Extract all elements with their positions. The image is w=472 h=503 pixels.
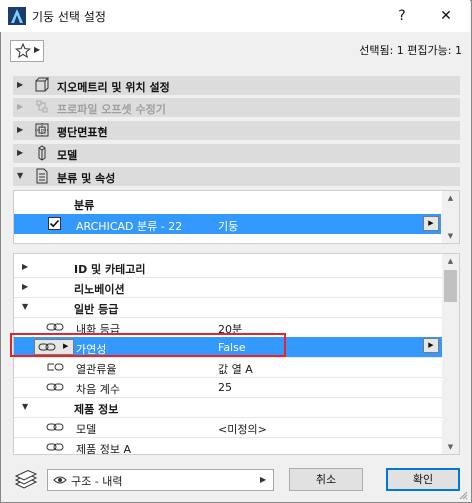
property-group-row[interactable]: ▼ 제품 정보 — [14, 397, 443, 418]
selection-status: 선택됨: 1 편집가능: 1 — [359, 44, 462, 57]
expand-arrow-icon: ▶ — [17, 80, 24, 89]
star-icon — [15, 43, 31, 59]
property-row[interactable]: 열관류율 값 열 A — [14, 357, 443, 378]
link-icon — [46, 383, 64, 391]
classification-row[interactable]: ARCHICAD 분류 - 22 기둥 — [14, 214, 441, 234]
panel-profile-offset: ▶ 프로파일 오프셋 수정기 — [13, 98, 460, 117]
property-name: 제품 정보 A — [76, 443, 131, 455]
collapse-arrow-icon: ▼ — [17, 171, 24, 180]
group-name: 제품 정보 — [74, 403, 119, 416]
property-name: 열관류율 — [76, 363, 117, 376]
panel-geometry[interactable]: ▶ 지오메트리 및 위치 설정 — [13, 76, 460, 95]
classification-scrollbar[interactable]: ▲ ▼ — [442, 191, 459, 243]
classification-value: 기둥 — [218, 220, 239, 233]
expand-arrow-icon: ▶ — [17, 148, 24, 157]
chevron-right-icon: ▶ — [260, 475, 267, 484]
help-button[interactable]: ? — [380, 0, 424, 32]
window-title: 기둥 선택 설정 — [32, 10, 106, 24]
scroll-down-icon[interactable]: ▼ — [442, 440, 459, 454]
expand-arrow-icon: ▶ — [17, 125, 24, 134]
property-group-row[interactable]: ▶ ID 및 카테고리 — [14, 257, 443, 278]
expand-arrow-icon: ▶ — [22, 282, 29, 291]
collapse-arrow-icon: ▼ — [22, 302, 29, 311]
ok-button[interactable]: 확인 — [386, 468, 460, 491]
classification-system: ARCHICAD 분류 - 22 — [76, 220, 183, 233]
favorites-button[interactable]: ▶ — [10, 40, 44, 62]
classification-header: 분류 — [74, 199, 95, 212]
panel-label: 프로파일 오프셋 수정기 — [57, 103, 166, 116]
property-row[interactable]: 제품 정보 A — [14, 437, 443, 455]
group-name: 일반 등급 — [74, 303, 119, 316]
geometry-icon — [35, 77, 50, 92]
property-group-row[interactable]: ▶ 리노베이션 — [14, 277, 443, 298]
link-icon — [46, 423, 64, 431]
column-model-icon — [38, 145, 46, 161]
panel-label: 평단면표현 — [57, 126, 108, 139]
panel-label: 지오메트리 및 위치 설정 — [57, 81, 170, 94]
property-picker-button[interactable]: ▶ — [423, 338, 439, 353]
expand-arrow-icon: ▶ — [17, 102, 24, 111]
scroll-thumb[interactable] — [444, 270, 457, 302]
link-icon — [46, 443, 64, 451]
expand-arrow-icon: ▶ — [22, 262, 29, 271]
property-group-row[interactable]: ▼ 일반 등급 — [14, 297, 443, 318]
profile-offset-icon — [36, 100, 48, 113]
layers-icon — [14, 470, 38, 489]
resize-grip-icon[interactable] — [458, 490, 468, 500]
property-row[interactable]: 모델 <미정의> — [14, 417, 443, 438]
scroll-down-icon[interactable]: ▼ — [442, 229, 459, 243]
link-icon — [46, 323, 64, 331]
layer-select[interactable]: 구조 - 내력 ▶ — [47, 469, 274, 491]
group-name: ID 및 카테고리 — [74, 263, 146, 276]
property-value[interactable]: 값 열 A — [218, 361, 253, 377]
document-icon — [36, 168, 48, 184]
panel-floor-plan[interactable]: ▶ 평단면표현 — [13, 121, 460, 140]
scroll-up-icon[interactable]: ▲ — [442, 254, 459, 268]
group-name: 리노베이션 — [74, 283, 125, 296]
checkbox-checked-icon[interactable] — [48, 217, 61, 230]
highlight-box — [10, 333, 286, 357]
collapse-arrow-icon: ▼ — [22, 402, 29, 411]
panel-label: 모델 — [57, 149, 78, 162]
properties-scrollbar[interactable]: ▲ ▼ — [442, 254, 459, 454]
property-value[interactable]: <미정의> — [218, 421, 267, 437]
link-alt-icon — [47, 363, 64, 371]
chevron-right-icon: ▶ — [34, 45, 41, 54]
property-name: 모델 — [76, 423, 97, 436]
archicad-app-icon — [8, 7, 26, 25]
panel-classification-properties[interactable]: ▼ 분류 및 속성 — [13, 167, 460, 186]
property-value[interactable]: 25 — [218, 381, 232, 394]
property-row[interactable]: 차음 계수 25 — [14, 377, 443, 398]
property-name: 차음 계수 — [76, 383, 120, 396]
panel-label: 분류 및 속성 — [57, 172, 116, 185]
floor-plan-icon — [35, 123, 49, 137]
cancel-button[interactable]: 취소 — [289, 468, 363, 491]
eye-icon — [53, 476, 67, 484]
panel-model[interactable]: ▶ 모델 — [13, 144, 460, 163]
close-button[interactable]: ✕ — [424, 0, 468, 32]
scroll-up-icon[interactable]: ▲ — [442, 191, 459, 205]
layer-value: 구조 - 내력 — [71, 475, 123, 488]
classification-picker-button[interactable]: ▶ — [423, 216, 439, 231]
